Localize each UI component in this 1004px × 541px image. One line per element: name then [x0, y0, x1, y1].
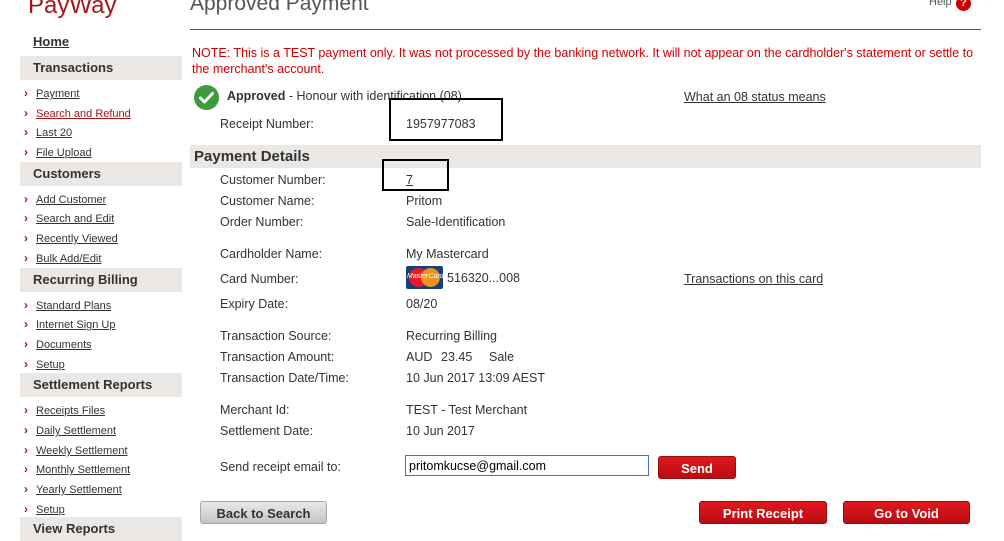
transaction-amount-label: Transaction Amount: — [220, 350, 335, 364]
highlight-box — [382, 159, 449, 191]
sidebar-home-link[interactable]: Home — [33, 34, 69, 49]
chevron-right-icon: › — [24, 423, 28, 437]
back-to-search-button[interactable]: Back to Search — [200, 501, 327, 524]
chevron-right-icon: › — [24, 482, 28, 496]
customer-name-label: Customer Name: — [220, 194, 315, 208]
sidebar-item-recently-viewed[interactable]: › Recently Viewed — [24, 231, 118, 245]
sidebar-item-search-and-refund[interactable]: › Search and Refund — [24, 106, 131, 120]
title-divider — [190, 29, 981, 30]
chevron-right-icon: › — [24, 145, 28, 159]
transaction-amount-value: 23.45 — [441, 350, 473, 364]
chevron-right-icon: › — [24, 125, 28, 139]
email-receipt-label: Send receipt email to: — [220, 460, 341, 474]
sidebar-item-weekly-settlement[interactable]: › Weekly Settlement — [24, 443, 128, 457]
chevron-right-icon: › — [24, 403, 28, 417]
sidebar-item-daily-settlement[interactable]: › Daily Settlement — [24, 423, 116, 437]
status-label: Approved — [227, 89, 286, 103]
chevron-right-icon: › — [24, 106, 28, 120]
settlement-date-value: 10 Jun 2017 — [406, 424, 475, 438]
chevron-right-icon: › — [24, 502, 28, 516]
chevron-right-icon: › — [24, 231, 28, 245]
chevron-right-icon: › — [24, 211, 28, 225]
sidebar-item-receipts-files[interactable]: › Receipts Files — [24, 403, 105, 417]
chevron-right-icon: › — [24, 86, 28, 100]
chevron-right-icon: › — [24, 317, 28, 331]
status-meaning-link[interactable]: What an 08 status means — [684, 90, 826, 104]
card-number-value: 516320...008 — [447, 271, 520, 285]
help-link[interactable]: Help — [929, 0, 952, 8]
sidebar-item-recurring-setup[interactable]: › Setup — [24, 357, 65, 371]
sidebar-item-last-20[interactable]: › Last 20 — [24, 125, 72, 139]
chevron-right-icon: › — [24, 192, 28, 206]
merchant-id-label: Merchant Id: — [220, 403, 290, 417]
cardholder-name-label: Cardholder Name: — [220, 247, 323, 261]
card-number-label: Card Number: — [220, 272, 299, 286]
mastercard-text: MasterCard — [407, 273, 443, 280]
sidebar-section-recurring-billing: Recurring Billing — [20, 268, 182, 292]
sidebar-section-view-reports: View Reports — [20, 517, 182, 541]
chevron-right-icon: › — [24, 251, 28, 265]
sidebar-item-payment[interactable]: › Payment — [24, 86, 79, 100]
chevron-right-icon: › — [24, 357, 28, 371]
brand-logo: PayWay — [28, 0, 117, 19]
transaction-source-value: Recurring Billing — [406, 329, 498, 343]
transaction-type: Sale — [489, 350, 515, 364]
sidebar-item-bulk-add-edit[interactable]: › Bulk Add/Edit — [24, 251, 101, 265]
transaction-datetime-label: Transaction Date/Time: — [220, 371, 349, 385]
mastercard-icon: MasterCard — [406, 266, 443, 289]
merchant-id-value: TEST - Test Merchant — [406, 403, 528, 417]
sidebar-item-monthly-settlement[interactable]: › Monthly Settlement — [24, 462, 130, 476]
customer-name-value: Pritom — [406, 194, 443, 208]
send-receipt-button[interactable]: Send — [658, 456, 736, 479]
chevron-right-icon: › — [24, 298, 28, 312]
sidebar-item-add-customer[interactable]: › Add Customer — [24, 192, 106, 206]
print-receipt-button[interactable]: Print Receipt — [699, 501, 827, 524]
sidebar: PayWay Home Transactions › Payment › Searc… — [0, 0, 184, 541]
expiry-date-value: 08/20 — [406, 297, 438, 311]
order-number-label: Order Number: — [220, 215, 304, 229]
transaction-source-label: Transaction Source: — [220, 329, 332, 343]
sidebar-item-settlement-setup[interactable]: › Setup — [24, 502, 65, 516]
settlement-date-label: Settlement Date: — [220, 424, 314, 438]
order-number-value: Sale-Identification — [406, 215, 506, 229]
chevron-right-icon: › — [24, 443, 28, 457]
sidebar-item-standard-plans[interactable]: › Standard Plans — [24, 298, 111, 312]
go-to-void-button[interactable]: Go to Void — [843, 501, 970, 524]
page-title: Approved Payment — [190, 0, 369, 15]
expiry-date-label: Expiry Date: — [220, 297, 289, 311]
chevron-right-icon: › — [24, 337, 28, 351]
transaction-currency: AUD — [406, 350, 433, 364]
sidebar-section-settlement-reports: Settlement Reports — [20, 373, 182, 397]
sidebar-item-internet-sign-up[interactable]: › Internet Sign Up — [24, 317, 116, 331]
transaction-datetime-value: 10 Jun 2017 13:09 AEST — [406, 371, 545, 385]
test-payment-note: NOTE: This is a TEST payment only. It wa… — [192, 46, 974, 76]
sidebar-item-yearly-settlement[interactable]: › Yearly Settlement — [24, 482, 122, 496]
receipt-number-label: Receipt Number: — [220, 117, 314, 131]
sidebar-item-search-and-edit[interactable]: › Search and Edit — [24, 211, 114, 225]
sidebar-section-customers: Customers — [20, 162, 182, 186]
cardholder-name-value: My Mastercard — [406, 247, 489, 261]
email-receipt-input[interactable] — [405, 455, 649, 476]
sidebar-item-file-upload[interactable]: › File Upload — [24, 145, 92, 159]
check-circle-icon — [194, 85, 219, 110]
chevron-right-icon: › — [24, 462, 28, 476]
sidebar-section-transactions: Transactions — [20, 56, 182, 80]
highlight-box — [389, 98, 503, 141]
payment-details-heading: Payment Details — [190, 145, 981, 168]
help-icon[interactable]: ? — [956, 0, 971, 11]
customer-number-label: Customer Number: — [220, 173, 326, 187]
card-transactions-link[interactable]: Transactions on this card — [684, 272, 823, 286]
sidebar-item-documents[interactable]: › Documents — [24, 337, 92, 351]
